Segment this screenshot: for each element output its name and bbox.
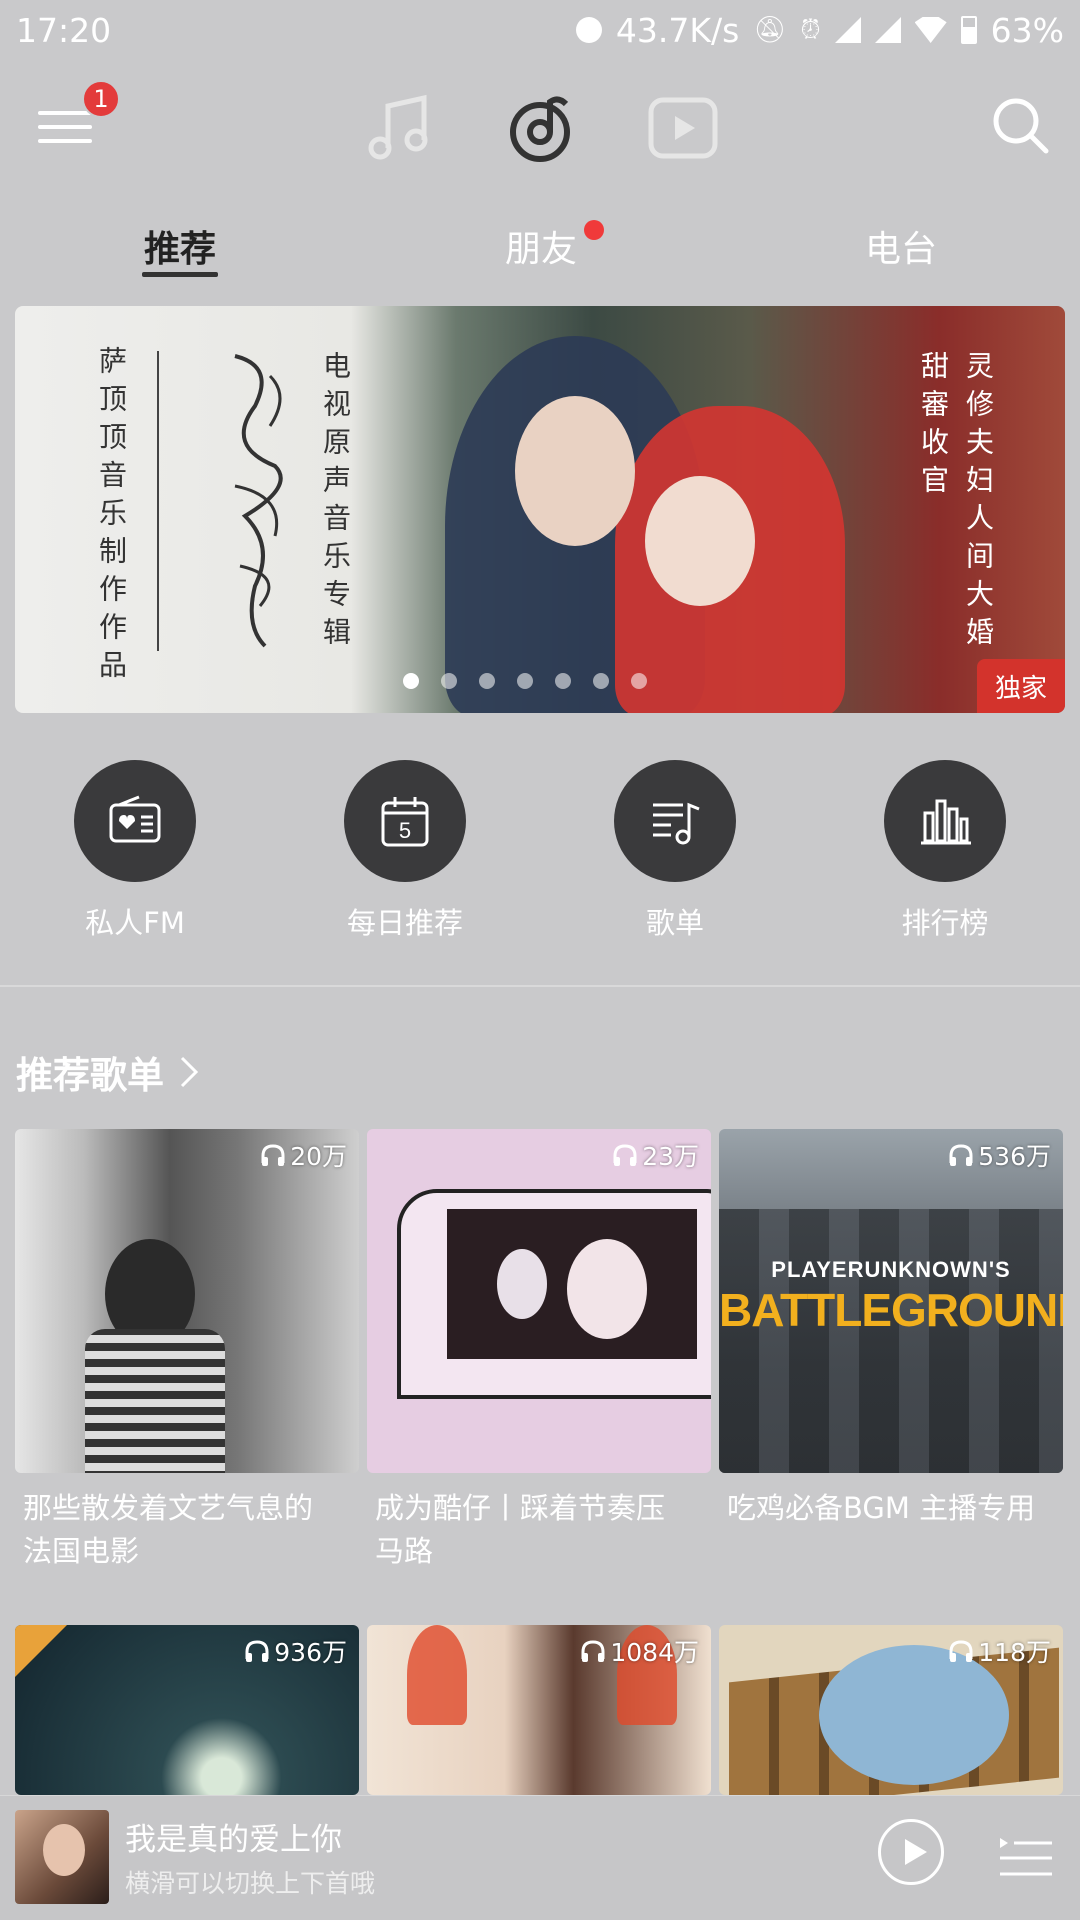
headphones-icon xyxy=(613,1144,637,1166)
carousel-dot xyxy=(479,673,495,689)
alarm-icon: ⏰︎ xyxy=(800,14,821,45)
play-count: 936万 xyxy=(244,1633,347,1669)
tab-recommend[interactable]: 推荐 xyxy=(144,220,216,272)
music-note-icon[interactable] xyxy=(358,90,438,166)
net-speed: 43.7K/s xyxy=(615,10,740,50)
top-tabs: 推荐 朋友 电台 xyxy=(0,210,1080,290)
cover-title-large: BATTLEGROUNDS xyxy=(719,1284,1063,1336)
playlist-card[interactable]: 118万 xyxy=(719,1625,1063,1795)
carousel-dot xyxy=(631,673,647,689)
play-button[interactable] xyxy=(878,1819,944,1885)
app-bar: 1 xyxy=(0,60,1080,195)
battery-level: 63% xyxy=(990,10,1064,50)
entry-private-fm[interactable]: 私人FM xyxy=(45,760,225,942)
playlist-queue-icon[interactable] xyxy=(998,1834,1054,1880)
quick-entries: 私人FM 5 每日推荐 歌单 排行榜 xyxy=(0,760,1080,960)
carousel-dot xyxy=(555,673,571,689)
entry-playlists[interactable]: 歌单 xyxy=(585,760,765,942)
menu-button[interactable] xyxy=(38,105,94,149)
signal-icon xyxy=(834,17,861,43)
headphones-icon xyxy=(261,1144,285,1166)
wifi-icon xyxy=(914,17,947,43)
carousel-dot xyxy=(517,673,533,689)
calendar-day: 5 xyxy=(399,818,411,843)
playlist-card[interactable]: PLAYERUNKNOWN'S BATTLEGROUNDS 536万 吃鸡必备B… xyxy=(719,1129,1063,1530)
carousel-dot xyxy=(593,673,609,689)
now-playing-title: 我是真的爱上你 xyxy=(125,1822,342,1858)
banner-face-2 xyxy=(645,476,755,606)
calligraphy-logo-icon xyxy=(234,354,283,648)
tab-friends[interactable]: 朋友 xyxy=(505,220,577,272)
status-bar: 17:20 43.7K/s 🔕︎ ⏰︎ 63% xyxy=(0,0,1080,60)
banner-face xyxy=(515,396,635,546)
play-count: 23万 xyxy=(612,1137,699,1173)
carousel-dots xyxy=(403,673,647,689)
menu-badge: 1 xyxy=(82,80,120,118)
playlist-title: 那些散发着文艺气息的 法国电影 xyxy=(23,1491,314,1568)
section-header-playlists[interactable]: 推荐歌单 xyxy=(16,1045,202,1099)
playlist-cover: 118万 xyxy=(719,1625,1063,1795)
headphones-icon xyxy=(949,1144,973,1166)
carousel-dot xyxy=(441,673,457,689)
battery-icon xyxy=(960,16,977,44)
banner-text-album: 电视原声音乐专辑 xyxy=(319,351,352,655)
entry-label: 每日推荐 xyxy=(346,906,463,940)
chart-icon xyxy=(921,799,971,845)
banner-text-finale: 甜審收官 xyxy=(917,351,950,503)
entry-label: 排行榜 xyxy=(901,906,989,940)
playlist-icon xyxy=(653,802,700,845)
playlist-cover: PLAYERUNKNOWN'S BATTLEGROUNDS 536万 xyxy=(719,1129,1063,1473)
playlist-card[interactable]: 23万 成为酷仔丨踩着节奏压 马路 xyxy=(367,1129,711,1573)
status-time: 17:20 xyxy=(16,10,112,50)
mini-player[interactable]: 我是真的爱上你 横滑可以切换上下首哦 xyxy=(0,1795,1080,1920)
exclusive-tag: 独家 xyxy=(977,659,1065,713)
carousel-dot xyxy=(403,673,419,689)
headphones-icon xyxy=(949,1640,973,1662)
banner-text-wedding: 灵修夫妇人间大婚 xyxy=(962,351,995,655)
tab-indicator xyxy=(142,272,218,277)
entry-daily[interactable]: 5 每日推荐 xyxy=(315,760,495,942)
playlist-card[interactable]: 936万 xyxy=(15,1625,359,1795)
play-count: 1084万 xyxy=(580,1633,699,1669)
playlist-title: 吃鸡必备BGM 主播专用 xyxy=(727,1491,1036,1525)
calendar-icon: 5 xyxy=(381,797,429,847)
mute-icon: 🔕︎ xyxy=(753,15,787,45)
playlist-card[interactable]: 1084万 xyxy=(367,1625,711,1795)
radio-icon xyxy=(109,795,161,843)
section-divider xyxy=(0,985,1080,987)
message-icon xyxy=(575,17,602,43)
headphones-icon xyxy=(581,1640,605,1662)
entry-label: 歌单 xyxy=(645,906,704,940)
netease-logo-icon[interactable] xyxy=(500,90,580,166)
status-icons: 43.7K/s 🔕︎ ⏰︎ 63% xyxy=(575,10,1064,50)
playlist-cover: 936万 xyxy=(15,1625,359,1795)
search-icon[interactable] xyxy=(990,95,1050,155)
tab-radio[interactable]: 电台 xyxy=(865,220,937,272)
entry-label: 私人FM xyxy=(85,906,185,940)
headphones-icon xyxy=(245,1640,269,1662)
play-count: 118万 xyxy=(948,1633,1051,1669)
corner-tag xyxy=(15,1625,67,1677)
now-playing-cover xyxy=(15,1810,109,1904)
signal-icon-2 xyxy=(874,17,901,43)
banner-text-producer: 萨顶顶音乐制作作品 xyxy=(95,346,128,688)
friends-dot xyxy=(584,220,604,240)
cover-title-small: PLAYERUNKNOWN'S xyxy=(771,1257,1011,1282)
play-count: 20万 xyxy=(260,1137,347,1173)
playlist-title: 成为酷仔丨踩着节奏压 马路 xyxy=(375,1491,666,1568)
playlist-cover: 1084万 xyxy=(367,1625,711,1795)
banner-divider xyxy=(157,351,159,651)
playlist-cover: 23万 xyxy=(367,1129,711,1473)
playlist-cover: 20万 xyxy=(15,1129,359,1473)
playlist-card[interactable]: 20万 那些散发着文艺气息的 法国电影 xyxy=(15,1129,359,1573)
now-playing-hint: 横滑可以切换上下首哦 xyxy=(125,1869,376,1898)
banner-carousel[interactable]: 萨顶顶音乐制作作品 电视原声音乐专辑 灵修夫妇人间大婚 甜審收官 独家 xyxy=(15,306,1065,713)
video-icon[interactable] xyxy=(643,90,723,166)
entry-charts[interactable]: 排行榜 xyxy=(855,760,1035,942)
play-count: 536万 xyxy=(948,1137,1051,1173)
section-title: 推荐歌单 xyxy=(16,1054,164,1097)
chevron-right-icon xyxy=(180,1056,199,1088)
